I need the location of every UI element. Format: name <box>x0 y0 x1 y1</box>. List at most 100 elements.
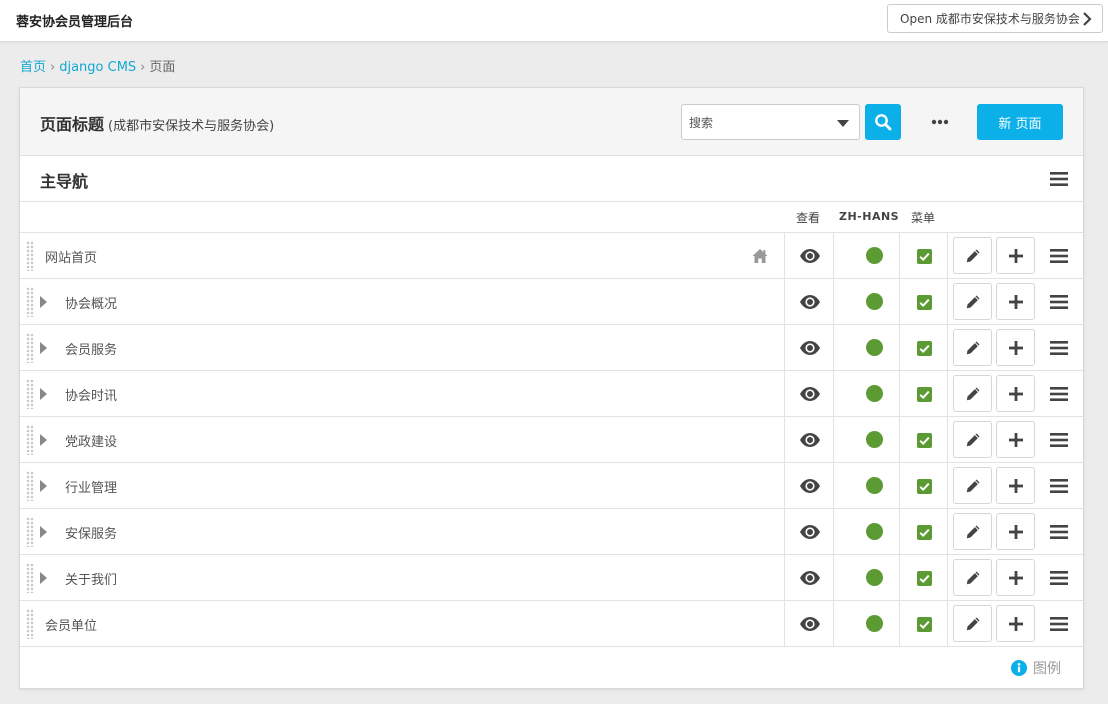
expand-triangle-icon[interactable] <box>40 572 47 584</box>
add-child-button[interactable] <box>996 421 1035 458</box>
page-title-link[interactable]: 关于我们 <box>65 569 117 588</box>
expand-triangle-icon[interactable] <box>40 388 47 400</box>
expand-triangle-icon[interactable] <box>40 296 47 308</box>
edit-button[interactable] <box>953 237 992 274</box>
add-child-button[interactable] <box>996 605 1035 642</box>
checkbox-checked-icon[interactable] <box>917 571 932 586</box>
published-dot-icon[interactable] <box>866 431 883 448</box>
drag-handle-icon[interactable] <box>26 379 34 409</box>
add-child-button[interactable] <box>996 237 1035 274</box>
published-dot-icon[interactable] <box>866 339 883 356</box>
published-dot-icon[interactable] <box>866 523 883 540</box>
hamburger-menu-icon[interactable] <box>1050 293 1068 311</box>
hamburger-menu-icon[interactable] <box>1050 339 1068 357</box>
eye-icon[interactable] <box>799 570 821 586</box>
edit-button[interactable] <box>953 375 992 412</box>
column-view: 查看 <box>796 211 821 225</box>
page-title-link[interactable]: 会员单位 <box>45 615 97 634</box>
add-child-button[interactable] <box>996 375 1035 412</box>
drag-handle-icon[interactable] <box>26 563 34 593</box>
drag-handle-icon[interactable] <box>26 517 34 547</box>
search-input[interactable]: 搜索 <box>681 104 860 140</box>
breadcrumb-home-link[interactable]: 首页 <box>20 60 46 75</box>
expand-triangle-icon[interactable] <box>40 342 47 354</box>
plus-icon <box>1008 386 1023 401</box>
add-child-button[interactable] <box>996 559 1035 596</box>
search-button[interactable] <box>865 104 901 140</box>
more-options-button[interactable] <box>923 110 957 134</box>
column-divider <box>784 509 785 555</box>
drag-handle-icon[interactable] <box>26 241 34 271</box>
page-title-link[interactable]: 会员服务 <box>65 339 117 358</box>
edit-button[interactable] <box>953 467 992 504</box>
checkbox-checked-icon[interactable] <box>917 249 932 264</box>
hamburger-menu-icon[interactable] <box>1050 615 1068 633</box>
edit-button[interactable] <box>953 605 992 642</box>
eye-icon[interactable] <box>799 524 821 540</box>
expand-triangle-icon[interactable] <box>40 434 47 446</box>
legend-button[interactable]: 图例 <box>1011 658 1061 678</box>
page-title-link[interactable]: 党政建设 <box>65 431 117 450</box>
published-dot-icon[interactable] <box>866 385 883 402</box>
checkbox-checked-icon[interactable] <box>917 525 932 540</box>
column-divider <box>947 555 948 601</box>
checkbox-checked-icon[interactable] <box>917 479 932 494</box>
edit-button[interactable] <box>953 559 992 596</box>
eye-icon[interactable] <box>799 340 821 356</box>
hamburger-menu-icon[interactable] <box>1050 569 1068 587</box>
eye-icon[interactable] <box>799 248 821 264</box>
column-divider <box>947 417 948 463</box>
eye-icon[interactable] <box>799 386 821 402</box>
column-menu: 菜单 <box>911 211 936 225</box>
published-dot-icon[interactable] <box>866 293 883 310</box>
page-tree-rows: 网站首页 协会概况 会员服务 协会时讯 党政建设 行业管理 安保服务 关于我们 … <box>20 233 1083 647</box>
checkbox-checked-icon[interactable] <box>917 433 932 448</box>
published-dot-icon[interactable] <box>866 247 883 264</box>
page-title-link[interactable]: 网站首页 <box>45 247 97 266</box>
expand-triangle-icon[interactable] <box>40 480 47 492</box>
page-title-link[interactable]: 行业管理 <box>65 477 117 496</box>
drag-handle-icon[interactable] <box>26 287 34 317</box>
hamburger-menu-icon[interactable] <box>1050 170 1068 188</box>
hamburger-menu-icon[interactable] <box>1050 247 1068 265</box>
checkbox-checked-icon[interactable] <box>917 295 932 310</box>
hamburger-menu-icon[interactable] <box>1050 431 1068 449</box>
published-dot-icon[interactable] <box>866 477 883 494</box>
hamburger-menu-icon[interactable] <box>1050 477 1068 495</box>
plus-icon <box>1008 340 1023 355</box>
add-child-button[interactable] <box>996 329 1035 366</box>
hamburger-menu-icon[interactable] <box>1050 385 1068 403</box>
drag-handle-icon[interactable] <box>26 609 34 639</box>
edit-button[interactable] <box>953 421 992 458</box>
add-child-button[interactable] <box>996 513 1035 550</box>
add-child-button[interactable] <box>996 467 1035 504</box>
expand-triangle-icon[interactable] <box>40 526 47 538</box>
column-divider <box>784 555 785 601</box>
edit-button[interactable] <box>953 513 992 550</box>
page-title-link[interactable]: 协会概况 <box>65 293 117 312</box>
edit-button[interactable] <box>953 329 992 366</box>
checkbox-checked-icon[interactable] <box>917 341 932 356</box>
checkbox-checked-icon[interactable] <box>917 617 932 632</box>
breadcrumb-django-cms-link[interactable]: django CMS <box>59 60 136 75</box>
edit-button[interactable] <box>953 283 992 320</box>
drag-handle-icon[interactable] <box>26 425 34 455</box>
published-dot-icon[interactable] <box>866 615 883 632</box>
drag-handle-icon[interactable] <box>26 471 34 501</box>
published-dot-icon[interactable] <box>866 569 883 586</box>
hamburger-menu-icon[interactable] <box>1050 523 1068 541</box>
eye-icon[interactable] <box>799 294 821 310</box>
eye-icon[interactable] <box>799 616 821 632</box>
plus-icon <box>1008 616 1023 631</box>
legend-label: 图例 <box>1033 661 1061 677</box>
page-title-link[interactable]: 协会时讯 <box>65 385 117 404</box>
column-divider <box>833 601 834 647</box>
add-child-button[interactable] <box>996 283 1035 320</box>
eye-icon[interactable] <box>799 432 821 448</box>
drag-handle-icon[interactable] <box>26 333 34 363</box>
eye-icon[interactable] <box>799 478 821 494</box>
checkbox-checked-icon[interactable] <box>917 387 932 402</box>
open-site-button[interactable]: Open 成都市安保技术与服务协会 <box>887 4 1103 33</box>
page-title-link[interactable]: 安保服务 <box>65 523 117 542</box>
new-page-button[interactable]: 新 页面 <box>977 104 1063 140</box>
